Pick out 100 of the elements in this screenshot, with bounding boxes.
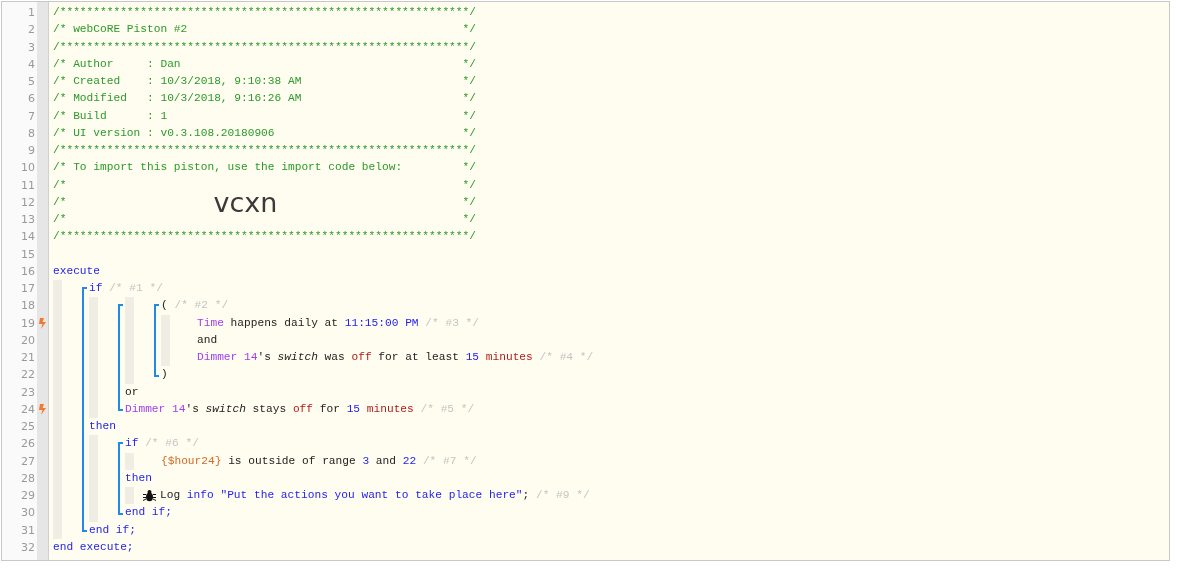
code-text: and [197, 332, 218, 348]
line-number: 9 [27, 143, 36, 159]
comment-text: /* Author : Dan [53, 56, 181, 72]
line-number: 26 [20, 436, 36, 453]
code-text: ; [522, 488, 530, 503]
comment-text: /* [53, 177, 67, 193]
line-number: 18 [20, 298, 36, 315]
code-text: is outside of range [227, 453, 357, 469]
keyword: if [89, 281, 103, 296]
code-text: stays [251, 401, 288, 417]
line-number: 10 [20, 160, 36, 177]
comment-text: /* UI version : v0.3.108.20180906 [53, 125, 275, 141]
code-text: 's [185, 401, 200, 417]
device-name: Dimmer 14 [197, 350, 258, 365]
line-number: 20 [20, 332, 36, 349]
line-number: 12 [20, 194, 36, 211]
line-number: 28 [20, 470, 36, 487]
comment-text: */ [462, 212, 476, 227]
code-text: 's [257, 350, 272, 365]
line-number: 15 [20, 246, 36, 263]
line-number: 3 [27, 39, 36, 56]
comment-text: */ [462, 91, 476, 107]
comment-text: /* Build : 1 [53, 108, 168, 124]
keyword: end if; [125, 505, 172, 521]
code-text: and [374, 453, 397, 469]
code-text: ) [161, 367, 168, 383]
variable-name: {$hour24} [161, 453, 222, 469]
code-text: for [318, 401, 341, 417]
value-text: 22 [402, 453, 417, 469]
line-number: 23 [20, 384, 36, 401]
statement-comment: /* #1 */ [108, 281, 163, 296]
value-text: 15 [346, 401, 361, 417]
comment-text: /*************************************************************/ [53, 143, 476, 158]
keyword: end if; [89, 522, 136, 538]
comment-text: */ [462, 22, 476, 38]
line-number: 24 [20, 401, 36, 418]
keyword: end execute; [53, 539, 134, 555]
keyword: execute [53, 263, 100, 279]
comment-text: /* webCoRE Piston #2 [53, 22, 188, 38]
unit-text: minutes [365, 401, 414, 417]
comment-text: /* [53, 194, 67, 210]
import-code: vcxn [213, 188, 278, 216]
value-text: 15 [465, 350, 480, 365]
line-number: 14 [20, 229, 36, 246]
comment-text: /* To import this piston, use the import code below: [53, 160, 403, 176]
statement-comment: /* #9 */ [534, 488, 590, 503]
comment-text: */ [462, 56, 476, 72]
attribute-name: switch [277, 350, 318, 365]
line-number: 32 [20, 539, 36, 556]
comment-text: */ [462, 74, 476, 89]
statement-comment: /* #2 */ [173, 298, 229, 314]
keyword: if [125, 436, 139, 452]
line-number: 5 [27, 74, 36, 90]
statement-comment: /* #6 */ [144, 436, 199, 452]
value-text: 11:15:00 PM [344, 315, 419, 331]
attribute-name: switch [205, 401, 246, 417]
code-text: was [323, 350, 346, 365]
comment-text: /* Created : 10/3/2018, 9:10:38 AM [53, 74, 302, 89]
line-number: 11 [20, 177, 36, 194]
line-number: 13 [20, 212, 36, 228]
comment-text: */ [462, 108, 476, 124]
comment-text: /*************************************************************/ [53, 39, 476, 55]
unit-text: off [292, 401, 314, 417]
statement-comment: /* #7 */ [421, 453, 477, 469]
comment-text: /*************************************************************/ [53, 229, 476, 245]
comment-text: */ [462, 194, 476, 210]
code-text: or [125, 384, 139, 400]
device-name: Dimmer 14 [125, 401, 186, 417]
statement-comment: /* #3 */ [424, 315, 479, 331]
line-number: 4 [27, 56, 36, 73]
keyword: then [89, 419, 116, 434]
code-text: happens daily at [229, 315, 339, 331]
unit-text: off [351, 350, 372, 365]
bug-icon [143, 489, 156, 503]
comment-text: /* Modified : 10/3/2018, 9:16:26 AM [53, 91, 302, 107]
comment-text: /* [53, 212, 67, 227]
keyword: then [125, 470, 152, 486]
line-number: 17 [20, 281, 36, 297]
line-number: 16 [20, 263, 36, 280]
device-name: Time [197, 315, 224, 331]
comment-text: */ [462, 177, 476, 193]
value-text: 3 [362, 453, 370, 469]
comment-text: */ [462, 160, 476, 176]
line-number: 19 [20, 315, 36, 332]
line-number: 22 [20, 367, 36, 384]
line-number: 21 [20, 350, 36, 366]
line-number: 31 [20, 522, 36, 539]
code-text: for at least [377, 350, 460, 365]
line-number: 1 [27, 5, 36, 21]
statement-comment: /* #4 */ [538, 350, 594, 365]
line-number: 7 [27, 108, 36, 125]
comment-text: */ [462, 125, 476, 141]
value-text: info [186, 488, 214, 503]
unit-text: minutes [484, 350, 533, 365]
line-number: 2 [27, 22, 36, 39]
line-number: 25 [20, 419, 36, 435]
code-text: Log [160, 488, 182, 503]
line-number: 27 [20, 453, 36, 470]
comment-text: /*************************************************************/ [53, 5, 476, 20]
line-number: 6 [27, 91, 36, 108]
